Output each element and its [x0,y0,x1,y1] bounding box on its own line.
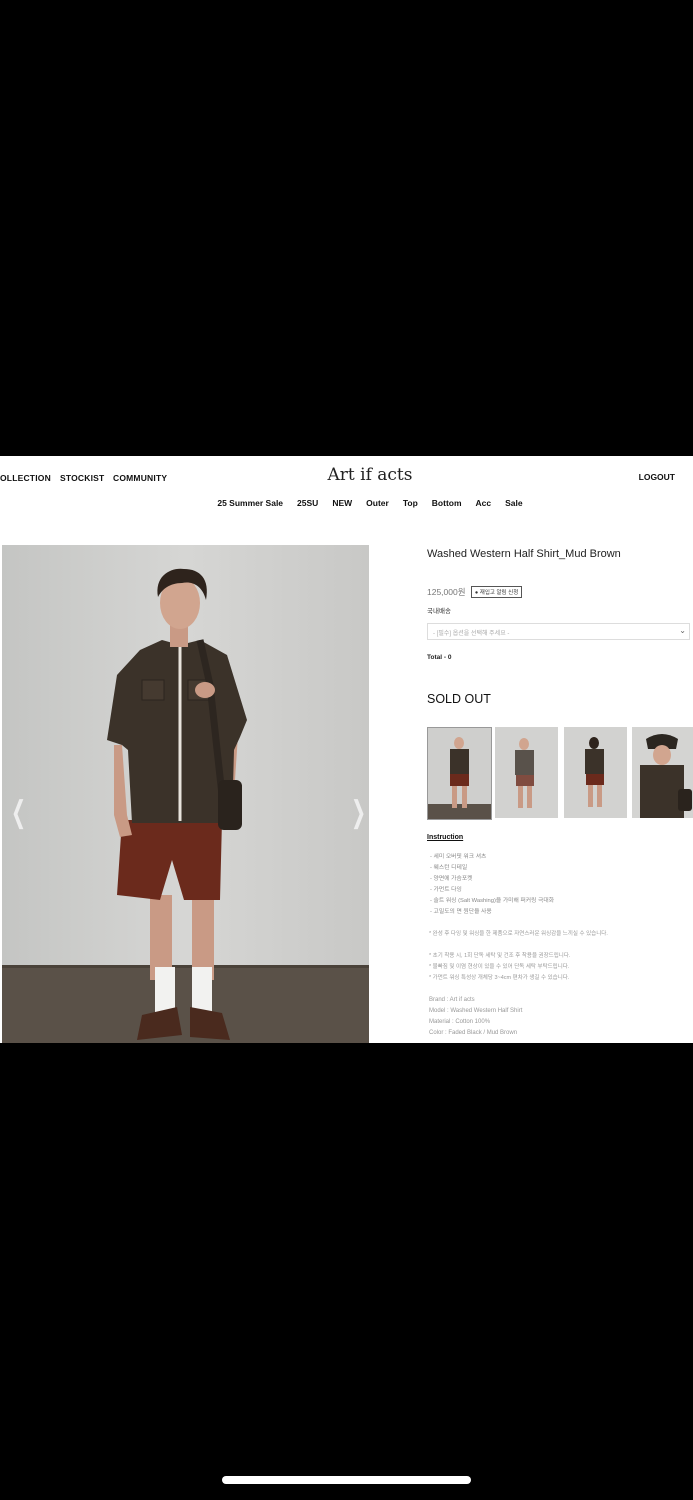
care-notes: * 초기 착용 시, 1회 단독 세탁 및 건조 후 착용을 권장드립니다. *… [429,951,570,984]
feature-item: - 세미 오버핏 워크 셔츠 [430,854,487,860]
logout-link[interactable]: LOGOUT [639,472,675,482]
shipping-label: 국내배송 [427,608,451,615]
feature-item: - 양면에 가슴포켓 [430,876,473,882]
sold-out-label: SOLD OUT [427,692,491,706]
category-outer[interactable]: Outer [366,498,389,508]
thumbnail-image [564,727,627,818]
chevron-left-icon[interactable]: ❮ [11,795,26,830]
thumbnail-image [495,727,558,818]
option-select-value: - [필수] 옵션을 선택해 주세요 - [433,631,510,637]
site-logo[interactable]: Art if acts [0,465,693,485]
restock-alert-label: 재입고 알림 신청 [479,590,519,596]
option-select[interactable]: - [필수] 옵션을 선택해 주세요 - ⌄ [427,623,690,640]
restock-alert-button[interactable]: ● 재입고 알림 신청 [470,586,523,598]
spec-list: Brand : Art if acts Model : Washed Weste… [429,995,522,1039]
product-thumbnail[interactable] [427,727,492,820]
category-nav: 25 Summer Sale 25SU NEW Outer Top Bottom… [0,498,693,508]
feature-item: - 솔트 워싱 (Salt Washing)을 가미해 퍼커링 극대화 [430,898,555,904]
product-price-row: 125,000원 ● 재입고 알림 신청 [427,586,523,598]
product-title: Washed Western Half Shirt_Mud Brown [427,548,621,560]
feature-item: - 가먼트 다잉 [430,887,462,893]
browser-page: OLLECTION STOCKIST COMMUNITY Art if acts… [0,456,693,1043]
product-thumbnail[interactable] [564,727,627,818]
chevron-down-icon: ⌄ [679,626,686,635]
product-price: 125,000원 [427,587,466,597]
spec-material: Material : Cotton 100% [429,1019,491,1025]
category-25su[interactable]: 25SU [297,498,318,508]
care-note: * 가먼트 워싱 특성상 개체당 3~4cm 편차가 생길 수 있습니다. [429,975,570,981]
model-photo [2,545,369,1043]
product-thumbnail[interactable] [495,727,558,818]
feature-item: - 고밀도의 면 원단을 사용 [430,909,492,915]
feature-item: - 웨스턴 디테일 [430,865,468,871]
category-new[interactable]: NEW [332,498,352,508]
spec-brand: Brand : Art if acts [429,997,475,1003]
spec-model: Model : Washed Western Half Shirt [429,1008,523,1014]
chevron-right-icon[interactable]: ❯ [351,795,366,830]
category-acc[interactable]: Acc [476,498,492,508]
care-note: * 초기 착용 시, 1회 단독 세탁 및 건조 후 착용을 권장드립니다. [429,953,571,959]
product-thumbnail[interactable] [632,727,693,818]
category-bottom[interactable]: Bottom [432,498,462,508]
category-summer-sale[interactable]: 25 Summer Sale [217,498,283,508]
care-note: * 물빠짐 및 이염 현상이 있을 수 있어 단독 세탁 부탁드립니다. [429,964,570,970]
thumbnail-image [428,728,491,819]
spec-color: Color : Faded Black / Mud Brown [429,1030,518,1036]
washing-note: * 완성 후 다잉 및 워싱을 한 제품으로 자연스러운 워싱감을 느끼실 수 … [429,931,608,937]
bell-icon: ● [474,590,479,596]
category-top[interactable]: Top [403,498,418,508]
product-main-image[interactable]: ❮ ❯ [2,545,369,1043]
category-sale[interactable]: Sale [505,498,523,508]
feature-list: - 세미 오버핏 워크 셔츠 - 웨스턴 디테일 - 양면에 가슴포켓 - 가먼… [430,852,554,918]
thumbnail-image [632,727,693,818]
total-price: Total - 0 [427,654,452,661]
home-indicator[interactable] [222,1476,471,1484]
instruction-heading: Instruction [427,834,464,841]
